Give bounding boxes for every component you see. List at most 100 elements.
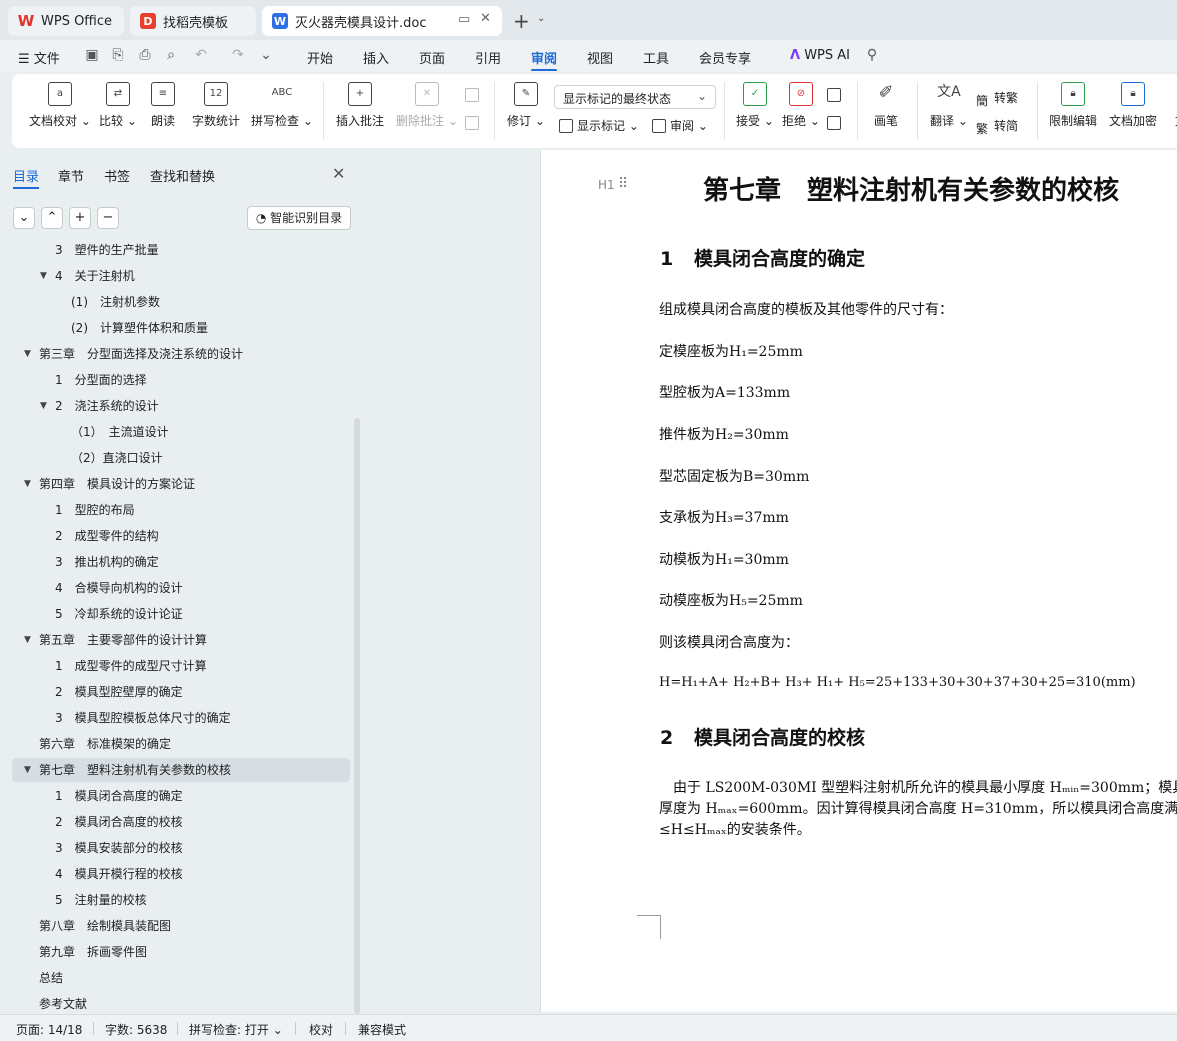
drag-handle-icon[interactable]: ⠿ (618, 176, 628, 192)
toc-item[interactable]: ▼ 2 浇注系统的设计 (12, 394, 350, 418)
compare-button[interactable]: ⇄ 比较 ⌄ (99, 82, 137, 129)
toc-item[interactable]: 总结 (12, 966, 350, 990)
tab-find-template[interactable]: D 找稻壳模板 (130, 6, 256, 36)
proofread-status[interactable]: 校对 (309, 1021, 333, 1038)
toc-item[interactable]: 1 型腔的布局 (12, 498, 350, 522)
toc-item[interactable]: 参考文献 (12, 992, 350, 1010)
chevron-down-icon[interactable]: ⌄ (258, 47, 274, 63)
expand-toggle-icon[interactable]: ▼ (40, 264, 47, 288)
insert-comment-button[interactable]: + 插入批注 (336, 82, 384, 129)
to-simplified-button[interactable]: 繁转简 (976, 117, 1018, 136)
tab-document[interactable]: W 灭火器壳模具设计.doc ▭ ✕ (262, 6, 502, 36)
word-count-indicator[interactable]: 字数: 5638 (105, 1021, 167, 1038)
doc-proofread-button[interactable]: a 文档校对 ⌄ (29, 82, 91, 129)
page-indicator[interactable]: 页面: 14/18 (16, 1021, 82, 1038)
reject-button[interactable]: ⊘ 拒绝 ⌄ (782, 82, 820, 129)
toc-item[interactable]: 2 成型零件的结构 (12, 524, 350, 548)
undo-icon[interactable]: ↶ (193, 47, 209, 63)
search-icon[interactable]: ⚲ (864, 47, 880, 63)
document-page[interactable]: H1 ⠿ 第七章 塑料注射机有关参数的校核 1 模具闭合高度的确定 组成模具闭合高… (540, 150, 1177, 1012)
next-comment-icon[interactable] (465, 116, 483, 130)
expand-all-button[interactable]: ⌄ (13, 207, 35, 229)
toc-item[interactable]: 1 分型面的选择 (12, 368, 350, 392)
chevron-down-icon[interactable]: ⌄ (537, 13, 545, 24)
promote-level-button[interactable]: + (69, 207, 91, 229)
print-preview-icon[interactable]: ⌕ (163, 47, 179, 63)
spell-check-button[interactable]: ABC 拼写检查 ⌄ (251, 82, 313, 129)
toc-item[interactable]: ▼ 第七章 塑料注射机有关参数的校核 (12, 758, 350, 782)
heading-level-marker[interactable]: H1 (598, 178, 615, 192)
spell-check-status[interactable]: 拼写检查: 打开 ⌄ (189, 1021, 283, 1038)
save-icon[interactable]: ▣ (84, 47, 100, 63)
toc-item[interactable]: 4 模具开模行程的校核 (12, 862, 350, 886)
minimize-tab-icon[interactable]: ▭ (458, 12, 470, 27)
pen-button[interactable]: ✐ 画笔 (874, 82, 898, 129)
menu-view[interactable]: 视图 (587, 48, 613, 67)
new-tab-icon[interactable]: + (513, 9, 530, 33)
more-ribbon-button[interactable]: 文 (1169, 82, 1177, 129)
menu-start[interactable]: 开始 (307, 48, 333, 67)
toc-item[interactable]: 3 塑件的生产批量 (12, 240, 350, 262)
share-icon[interactable]: ⎘ (110, 47, 126, 63)
wps-ai-button[interactable]: Ʌ WPS AI (790, 48, 850, 63)
read-aloud-button[interactable]: ≡ 朗读 (151, 82, 175, 129)
translate-button[interactable]: 文A 翻译 ⌄ (930, 82, 968, 129)
toc-item[interactable]: ▼ 第四章 模具设计的方案论证 (12, 472, 350, 496)
toc-item[interactable]: (2) 计算塑件体积和质量 (12, 316, 350, 340)
nav-tab-bookmarks[interactable]: 书签 (104, 166, 130, 185)
menu-file[interactable]: ☰ 文件 (18, 48, 60, 67)
doc-encrypt-button[interactable]: 🔒︎ 文档加密 (1109, 82, 1157, 129)
toc-item[interactable]: ▼ 4 关于注射机 (12, 264, 350, 288)
close-tab-icon[interactable]: ✕ (480, 11, 491, 26)
word-count-button[interactable]: 12 字数统计 (192, 82, 240, 129)
toc-item[interactable]: （2）直浇口设计 (12, 446, 350, 470)
toc-item[interactable]: 3 模具型腔模板总体尺寸的确定 (12, 706, 350, 730)
restrict-edit-button[interactable]: 🔒︎ 限制编辑 (1049, 82, 1097, 129)
toc-item[interactable]: ▼ 第五章 主要零部件的设计计算 (12, 628, 350, 652)
menu-page[interactable]: 页面 (419, 48, 445, 67)
menu-tools[interactable]: 工具 (643, 48, 669, 67)
menu-references[interactable]: 引用 (475, 48, 501, 67)
toc-item[interactable]: （1） 主流道设计 (12, 420, 350, 444)
scrollbar[interactable] (354, 418, 360, 1014)
expand-toggle-icon[interactable]: ▼ (24, 628, 31, 652)
tab-wps-office[interactable]: W WPS Office (8, 6, 124, 36)
expand-toggle-icon[interactable]: ▼ (24, 758, 31, 782)
accept-button[interactable]: ✓ 接受 ⌄ (736, 82, 774, 129)
print-icon[interactable]: ⎙ (137, 47, 153, 63)
toc-item[interactable]: (1) 注射机参数 (12, 290, 350, 314)
toc-item[interactable]: 第九章 拆画零件图 (12, 940, 350, 964)
toc-item[interactable]: 3 推出机构的确定 (12, 550, 350, 574)
nav-tab-chapters[interactable]: 章节 (58, 166, 84, 185)
nav-tab-toc[interactable]: 目录 (13, 166, 39, 185)
toc-item[interactable]: 第六章 标准模架的确定 (12, 732, 350, 756)
expand-toggle-icon[interactable]: ▼ (24, 342, 31, 366)
smart-toc-button[interactable]: ◔ 智能识别目录 (247, 206, 351, 230)
display-state-select[interactable]: 显示标记的最终状态 ⌄ (554, 85, 716, 109)
menu-member[interactable]: 会员专享 (699, 48, 751, 67)
toc-item[interactable]: 2 模具闭合高度的校核 (12, 810, 350, 834)
prev-change-icon[interactable] (827, 88, 845, 102)
toc-item[interactable]: 5 注射量的校核 (12, 888, 350, 912)
prev-comment-icon[interactable] (465, 88, 483, 102)
collapse-all-button[interactable]: ⌃ (41, 207, 63, 229)
delete-comment-button[interactable]: ✕ 删除批注 ⌄ (396, 82, 458, 129)
review-pane-button[interactable]: 审阅 ⌄ (652, 117, 708, 134)
toc-item[interactable]: 3 模具安装部分的校核 (12, 836, 350, 860)
demote-level-button[interactable]: − (97, 207, 119, 229)
toc-item[interactable]: 2 模具型腔壁厚的确定 (12, 680, 350, 704)
toc-item[interactable]: 1 模具闭合高度的确定 (12, 784, 350, 808)
redo-icon[interactable]: ↷ (230, 47, 246, 63)
toc-item[interactable]: ▼ 第三章 分型面选择及浇注系统的设计 (12, 342, 350, 366)
next-change-icon[interactable] (827, 116, 845, 130)
toc-item[interactable]: 1 成型零件的成型尺寸计算 (12, 654, 350, 678)
expand-toggle-icon[interactable]: ▼ (24, 472, 31, 496)
menu-insert[interactable]: 插入 (363, 48, 389, 67)
close-icon[interactable]: ✕ (332, 164, 345, 183)
revise-button[interactable]: ✎ 修订 ⌄ (507, 82, 545, 129)
nav-tab-find-replace[interactable]: 查找和替换 (150, 166, 215, 185)
to-traditional-button[interactable]: 簡转繁 (976, 89, 1018, 108)
menu-review[interactable]: 审阅 (531, 48, 557, 67)
toc-item[interactable]: 5 冷却系统的设计论证 (12, 602, 350, 626)
toc-item[interactable]: 4 合模导向机构的设计 (12, 576, 350, 600)
